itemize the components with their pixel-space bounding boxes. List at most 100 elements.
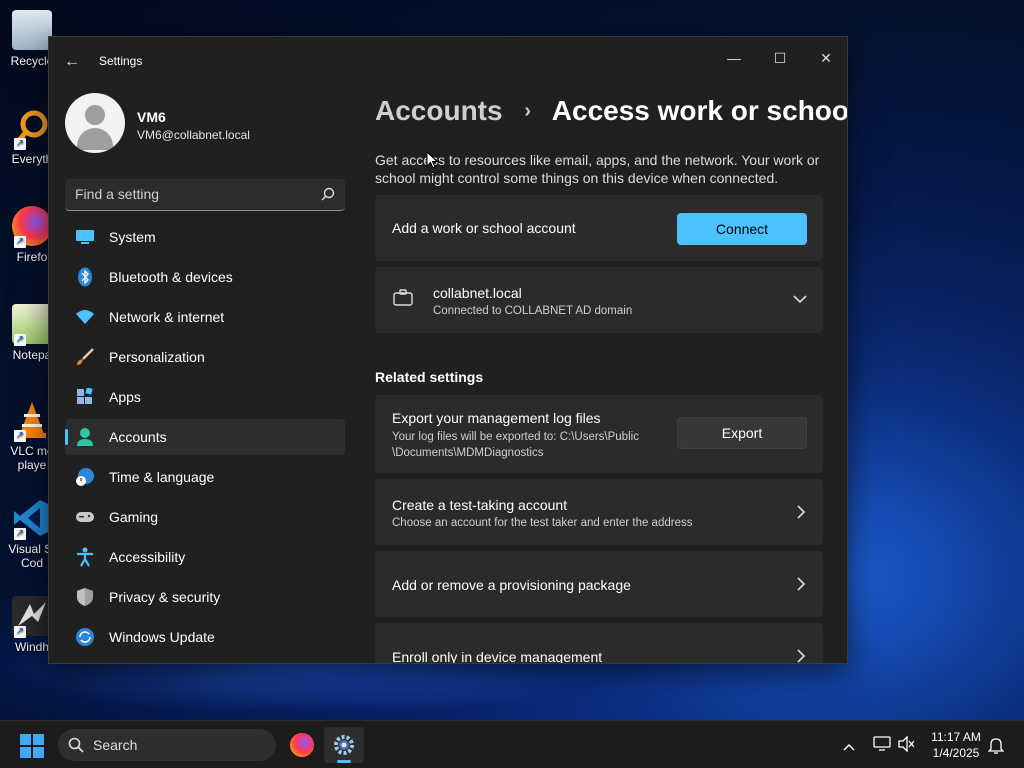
taskbar-settings[interactable] (324, 727, 364, 763)
clock-time: 11:17 AM (931, 730, 981, 744)
search-box[interactable] (65, 179, 345, 211)
breadcrumb-separator-icon: › (524, 100, 532, 122)
sidebar-item-system[interactable]: System (65, 219, 345, 255)
network-icon[interactable] (873, 736, 891, 757)
add-account-label: Add a work or school account (392, 220, 576, 236)
sidebar-item-gaming[interactable]: Gaming (65, 499, 345, 535)
domain-account-card[interactable]: collabnet.local Connected to COLLABNET A… (375, 267, 823, 333)
taskbar-search-label: Search (93, 737, 138, 753)
user-email: VM6@collabnet.local (137, 128, 250, 142)
test-account-subtitle: Choose an account for the test taker and… (392, 517, 693, 529)
sidebar-item-accounts[interactable]: Accounts (65, 419, 345, 455)
provisioning-package-card[interactable]: Add or remove a provisioning package (375, 551, 823, 617)
clock-date: 1/4/2025 (932, 746, 980, 760)
page-description: Get access to resources like email, apps… (375, 152, 820, 186)
sidebar-item-label: Personalization (109, 349, 205, 365)
back-button[interactable]: ← (61, 51, 83, 73)
sidebar-item-label: Accounts (109, 429, 167, 445)
breadcrumb: Accounts › Access work or school (375, 95, 848, 127)
domain-name: collabnet.local (433, 285, 522, 301)
everything-search-icon: ↗ (12, 108, 52, 150)
chevron-right-icon (797, 649, 806, 663)
enroll-title: Enroll only in device management (392, 649, 603, 664)
sidebar-item-label: Time & language (109, 469, 215, 485)
maximize-button[interactable]: ☐ (757, 43, 803, 73)
show-hidden-icons-chevron-icon[interactable] (843, 738, 855, 756)
maximize-icon: ☐ (773, 50, 787, 66)
system-clock[interactable]: 11:17 AM 1/4/2025 (916, 729, 996, 761)
update-icon (75, 627, 95, 647)
vlc-icon: ↗ (12, 400, 52, 442)
wifi-icon (75, 307, 95, 327)
title-bar[interactable]: ← Settings — ☐ ✕ (49, 37, 847, 85)
windhawk-icon: ↗ (12, 596, 52, 638)
breadcrumb-parent[interactable]: Accounts (375, 95, 503, 126)
mouse-cursor-icon (426, 150, 439, 174)
firefox-icon: ↗ (12, 206, 52, 248)
gear-icon (333, 734, 355, 761)
monitor-icon (75, 227, 95, 247)
enroll-device-management-card[interactable]: Enroll only in device management (375, 623, 823, 664)
export-subtitle-line2: \Documents\MDMDiagnostics (392, 447, 544, 459)
chevron-right-icon (797, 505, 806, 524)
sidebar-item-accessibility[interactable]: Accessibility (65, 539, 345, 575)
globe-clock-icon (75, 467, 95, 487)
sidebar-item-network[interactable]: Network & internet (65, 299, 345, 335)
chevron-down-icon[interactable] (793, 291, 807, 309)
taskbar-firefox[interactable] (282, 727, 322, 763)
sidebar-item-bluetooth[interactable]: Bluetooth & devices (65, 259, 345, 295)
back-arrow-icon: ← (64, 53, 80, 70)
sidebar-item-personalization[interactable]: Personalization (65, 339, 345, 375)
windows-logo-icon (20, 734, 31, 745)
volume-muted-icon[interactable] (898, 735, 916, 757)
sidebar-nav: System Bluetooth & devices Network & int… (65, 219, 345, 659)
sidebar-item-label: Network & internet (109, 309, 225, 325)
sidebar-item-label: Privacy & security (109, 589, 221, 605)
add-account-card: Add a work or school account Connect (375, 195, 823, 261)
shield-icon (75, 587, 95, 607)
sidebar-item-label: Bluetooth & devices (109, 269, 233, 285)
sidebar-item-privacy[interactable]: Privacy & security (65, 579, 345, 615)
export-button[interactable]: Export (677, 417, 807, 449)
sidebar-item-label: Apps (109, 389, 141, 405)
active-app-indicator (337, 760, 351, 763)
export-logs-card: Export your management log files Your lo… (375, 395, 823, 473)
related-settings-header: Related settings (375, 369, 484, 385)
search-input[interactable] (75, 186, 305, 202)
sidebar-item-time-language[interactable]: Time & language (65, 459, 345, 495)
test-taking-account-card[interactable]: Create a test-taking account Choose an a… (375, 479, 823, 545)
user-profile[interactable]: VM6 VM6@collabnet.local (65, 93, 355, 157)
sidebar-item-apps[interactable]: Apps (65, 379, 345, 415)
taskbar-search[interactable]: Search (58, 729, 276, 761)
recycle-bin-icon (12, 10, 52, 50)
apps-icon (75, 387, 95, 407)
chevron-right-icon (797, 577, 806, 596)
export-title: Export your management log files (392, 410, 601, 426)
export-subtitle-line1: Your log files will be exported to: C:\U… (392, 431, 639, 443)
sidebar-item-windows-update[interactable]: Windows Update (65, 619, 345, 655)
accessibility-icon (75, 547, 95, 567)
close-button[interactable]: ✕ (803, 43, 847, 73)
vscode-icon: ↗ (12, 498, 52, 540)
person-icon (75, 427, 95, 447)
page-title: Access work or school (551, 95, 848, 126)
sidebar-item-label: System (109, 229, 156, 245)
gamepad-icon (75, 507, 95, 527)
taskbar: Search 11:17 AM 1/4/2025 (0, 720, 1024, 768)
close-icon: ✕ (820, 50, 832, 66)
sidebar-item-label: Gaming (109, 509, 159, 525)
firefox-icon (290, 733, 314, 757)
notification-bell-icon[interactable] (987, 736, 1005, 759)
start-button[interactable] (20, 734, 44, 758)
sidebar-item-label: Windows Update (109, 629, 215, 645)
connect-button[interactable]: Connect (677, 213, 807, 245)
test-account-title: Create a test-taking account (392, 497, 568, 513)
user-name: VM6 (137, 109, 166, 125)
avatar (65, 93, 125, 153)
briefcase-icon (393, 289, 413, 312)
settings-window: ← Settings — ☐ ✕ VM6 VM6@collabnet.local (48, 36, 848, 664)
minimize-button[interactable]: — (711, 43, 757, 73)
notepad-icon: ↗ (12, 304, 52, 346)
search-icon[interactable] (321, 187, 335, 201)
provisioning-title: Add or remove a provisioning package (392, 577, 631, 593)
